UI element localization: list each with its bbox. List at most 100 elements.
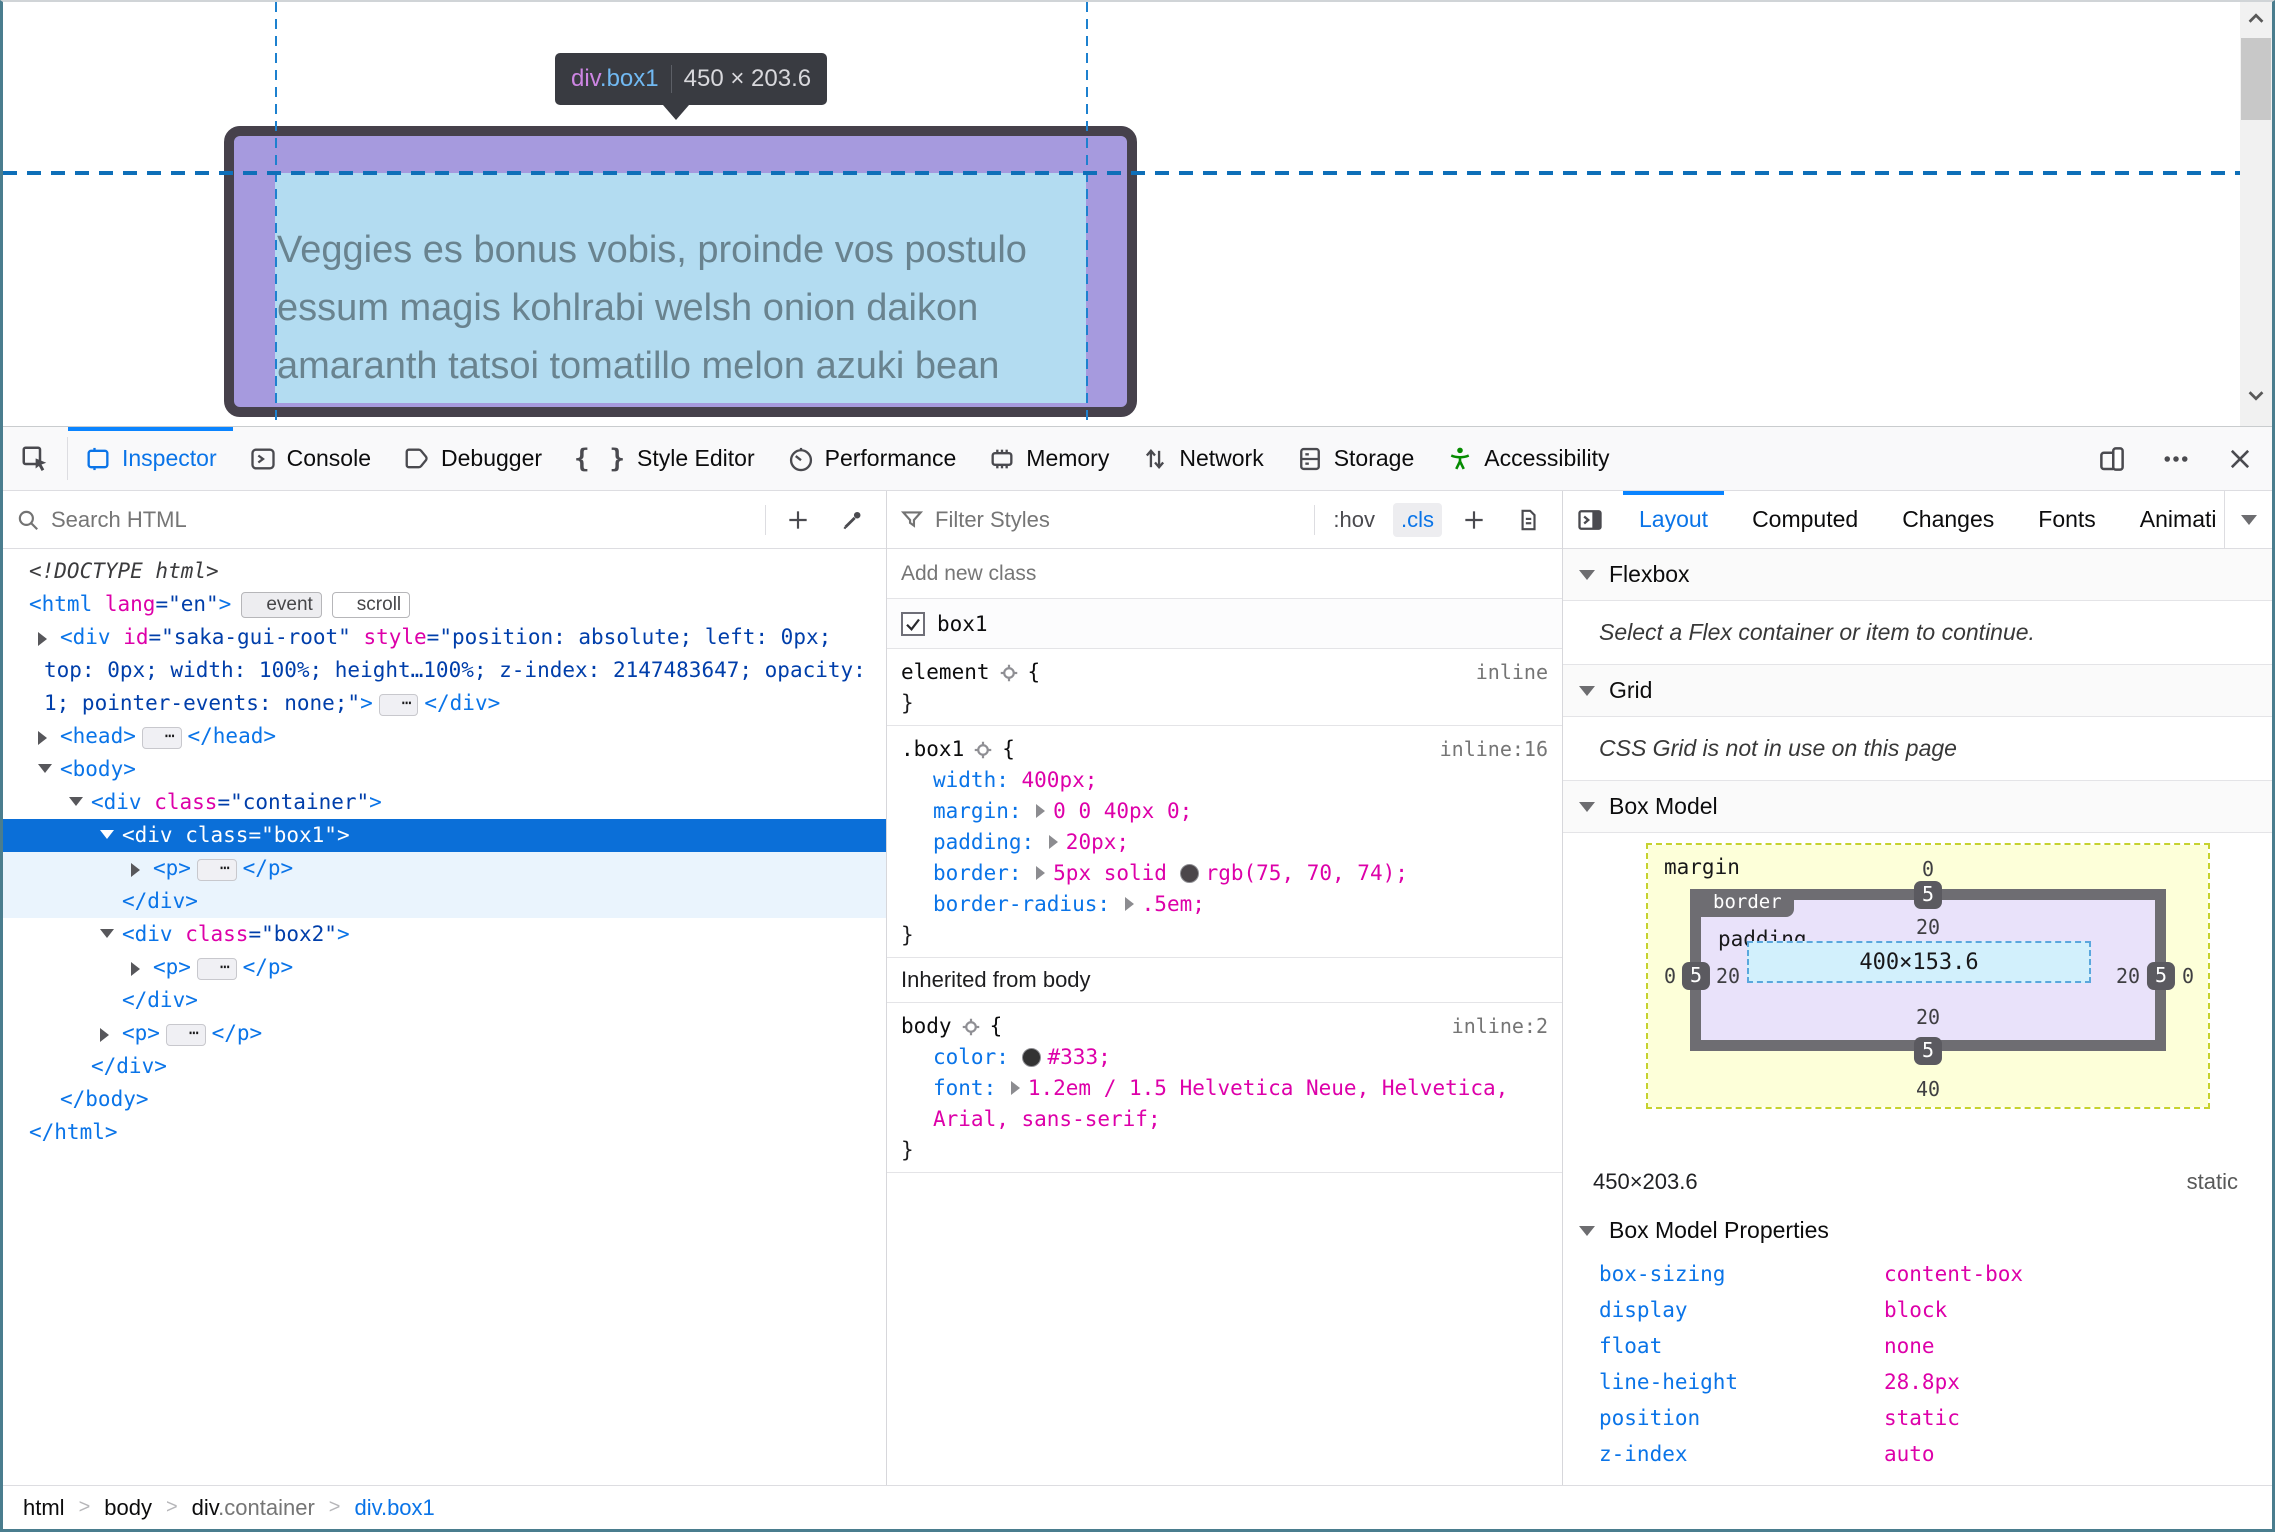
expand-expander-icon[interactable] [38,731,47,745]
border-left-value[interactable]: 5 [1681,962,1711,990]
box-model-content[interactable]: 400×153.6 [1747,941,2091,983]
expand-value-icon[interactable] [1036,804,1046,818]
tab-changes[interactable]: Changes [1880,491,2016,548]
menu-dots-button[interactable] [2144,427,2208,490]
tab-console[interactable]: Console [233,427,387,490]
property-value[interactable]: 28.8px [1884,1367,1960,1397]
inline-ellipsis-button[interactable]: ⋯ [141,727,182,749]
markup-row[interactable]: </div> [3,885,886,918]
expand-expander-icon[interactable] [131,962,140,976]
add-node-button[interactable] [776,498,820,542]
markup-row[interactable]: <div id="saka-gui-root" style="position:… [3,621,886,720]
collapse-expander-icon[interactable] [100,929,114,938]
markup-row[interactable]: </html> [3,1116,886,1149]
page-scrollbar-thumb[interactable] [2241,38,2271,120]
markup-row[interactable]: <div class="box2"> [3,918,886,951]
highlight-selector-icon[interactable] [960,1016,982,1038]
rule-selector[interactable]: body [901,1011,952,1042]
padding-bottom-value[interactable]: 20 [1916,1005,1940,1029]
rule-source-link[interactable]: inline:16 [1440,734,1548,765]
markup-row[interactable]: <body> [3,753,886,786]
markup-row[interactable]: <p> ⋯ </p> [3,1017,886,1050]
markup-row[interactable]: </div> [3,1050,886,1083]
margin-right-value[interactable]: 0 [2182,964,2194,988]
rule-source-link[interactable]: inline [1476,657,1548,688]
tab-computed[interactable]: Computed [1730,491,1880,548]
padding-right-value[interactable]: 20 [2116,964,2140,988]
margin-top-value[interactable]: 0 [1922,857,1934,881]
print-simulation-button[interactable] [1506,498,1550,542]
all-tabs-menu-button[interactable] [2224,491,2272,548]
markup-row[interactable]: <p> ⋯ </p> [3,951,886,984]
inline-ellipsis-button[interactable]: ⋯ [196,859,237,881]
border-right-value[interactable]: 5 [2146,962,2176,990]
css-declaration[interactable]: width: 400px; [887,765,1562,796]
markup-row[interactable]: <div class="box1"> [3,819,886,852]
color-swatch[interactable] [1179,864,1199,883]
class-checkbox[interactable] [901,611,925,636]
border-top-value[interactable]: 5 [1913,881,1943,909]
property-value[interactable]: content-box [1884,1259,2023,1289]
box-model-properties-header[interactable]: Box Model Properties [1563,1205,2272,1256]
expand-expander-icon[interactable] [38,632,47,646]
close-devtools-button[interactable] [2208,427,2272,490]
markup-row[interactable]: <html lang="en"> event scroll [3,588,886,621]
collapse-expander-icon[interactable] [100,830,114,839]
tab-fonts[interactable]: Fonts [2016,491,2118,548]
markup-row[interactable]: <head> ⋯ </head> [3,720,886,753]
color-swatch[interactable] [1021,1048,1041,1067]
property-name[interactable]: box-sizing [1599,1259,1884,1289]
highlight-selector-icon[interactable] [972,739,994,761]
box-model-section-header[interactable]: Box Model [1563,781,2272,833]
page-scrollbar[interactable] [2240,2,2272,426]
rule-source-link[interactable]: inline:2 [1452,1011,1548,1042]
tab-inspector[interactable]: Inspector [68,427,233,490]
property-name[interactable]: display [1599,1295,1884,1325]
expand-expander-icon[interactable] [131,863,140,877]
css-declaration[interactable]: font: 1.2em / 1.5 Helvetica Neue, Helvet… [887,1073,1562,1135]
property-name[interactable]: z-index [1599,1439,1884,1469]
markup-row[interactable]: </body> [3,1083,886,1116]
markup-row[interactable]: </div> [3,984,886,1017]
expand-value-icon[interactable] [1036,866,1046,880]
breadcrumb-item-div-box1[interactable]: div.box1 [354,1495,434,1521]
tab-memory[interactable]: Memory [972,427,1125,490]
scrollbar-down-icon[interactable] [2240,380,2272,410]
class-panel-button[interactable]: .cls [1393,502,1442,537]
filter-styles-input[interactable] [935,506,1305,533]
collapse-expander-icon[interactable] [69,797,83,806]
markup-row[interactable]: <p> ⋯ </p> [3,852,886,885]
rule-selector[interactable]: element [901,657,990,688]
pseudo-class-button[interactable]: :hov [1325,503,1383,537]
tab-animations[interactable]: Animati [2118,491,2217,548]
add-rule-button[interactable] [1452,498,1496,542]
tab-performance[interactable]: Performance [771,427,973,490]
css-declaration[interactable]: margin: 0 0 40px 0; [887,796,1562,827]
tab-accessibility[interactable]: Accessibility [1430,427,1625,490]
tab-layout[interactable]: Layout [1617,491,1730,548]
breadcrumb-item-body[interactable]: body [104,1495,152,1521]
search-html-input[interactable] [51,506,755,533]
markup-row[interactable]: <div class="container"> [3,786,886,819]
sidebar-toggle-button[interactable] [1563,491,1617,548]
node-badge-event[interactable]: event [241,592,322,618]
css-declaration[interactable]: color: #333; [887,1042,1562,1073]
inline-ellipsis-button[interactable]: ⋯ [196,958,237,980]
property-value[interactable]: none [1884,1331,1935,1361]
tab-storage[interactable]: Storage [1280,427,1431,490]
tab-network[interactable]: Network [1125,427,1279,490]
property-value[interactable]: block [1884,1295,1947,1325]
flexbox-section-header[interactable]: Flexbox [1563,549,2272,601]
responsive-design-button[interactable] [2080,427,2144,490]
padding-top-value[interactable]: 20 [1916,915,1940,939]
padding-left-value[interactable]: 20 [1716,964,1740,988]
scrollbar-up-icon[interactable] [2240,4,2272,34]
css-declaration[interactable]: border-radius: .5em; [887,889,1562,920]
property-name[interactable]: float [1599,1331,1884,1361]
expand-value-icon[interactable] [1010,1081,1020,1095]
inline-ellipsis-button[interactable]: ⋯ [378,694,419,716]
grid-section-header[interactable]: Grid [1563,665,2272,717]
property-name[interactable]: position [1599,1403,1884,1433]
markup-row[interactable]: <!DOCTYPE html> [3,555,886,588]
border-bottom-value[interactable]: 5 [1913,1037,1943,1065]
